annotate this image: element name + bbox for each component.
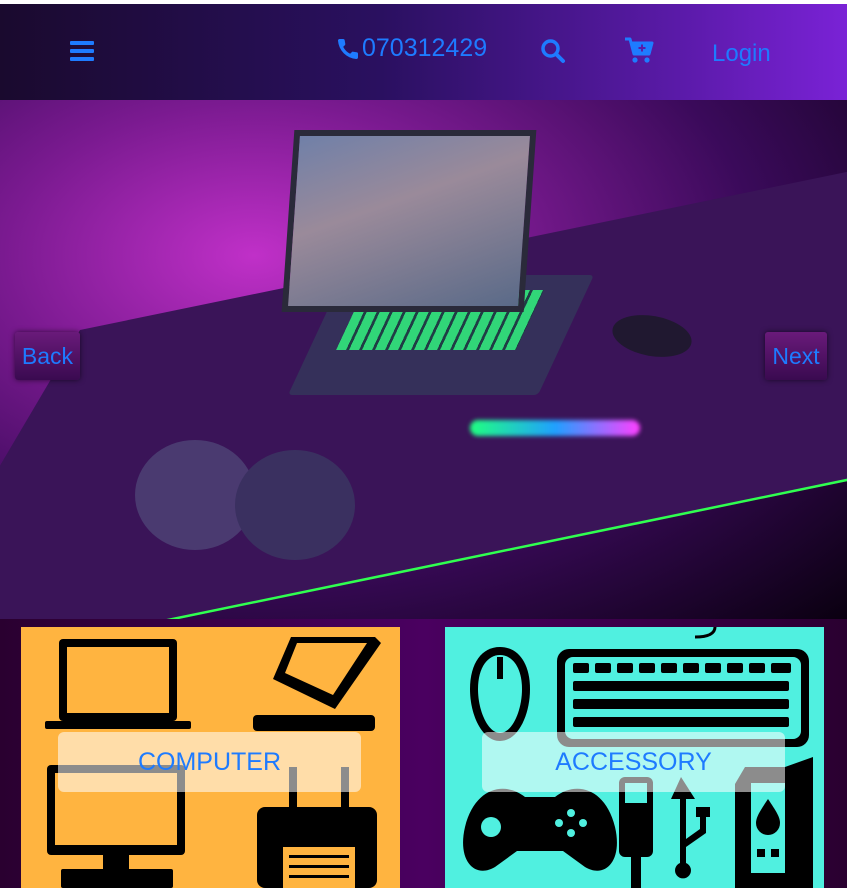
hamburger-icon[interactable]: [70, 38, 96, 64]
phone-icon: [337, 38, 359, 59]
hero-image-headset: [135, 400, 365, 570]
navbar: 070312429 Login: [0, 4, 847, 100]
category-card-accessory[interactable]: ACCESSORY: [445, 627, 824, 888]
phone-link[interactable]: 070312429: [336, 34, 487, 63]
phone-number: 070312429: [362, 34, 488, 62]
hero-image-glow: [470, 420, 640, 436]
category-card-computer[interactable]: COMPUTER: [21, 627, 400, 888]
category-label-accessory[interactable]: ACCESSORY: [482, 732, 785, 792]
carousel-back-button[interactable]: Back: [15, 332, 80, 380]
hero-image-laptop-screen: [281, 130, 537, 312]
search-icon[interactable]: [540, 38, 568, 66]
category-label-computer[interactable]: COMPUTER: [58, 732, 361, 792]
carousel-next-button[interactable]: Next: [765, 332, 827, 380]
login-link[interactable]: Login: [712, 40, 771, 68]
cart-plus-icon[interactable]: [624, 37, 654, 67]
hero-carousel: [0, 100, 847, 619]
